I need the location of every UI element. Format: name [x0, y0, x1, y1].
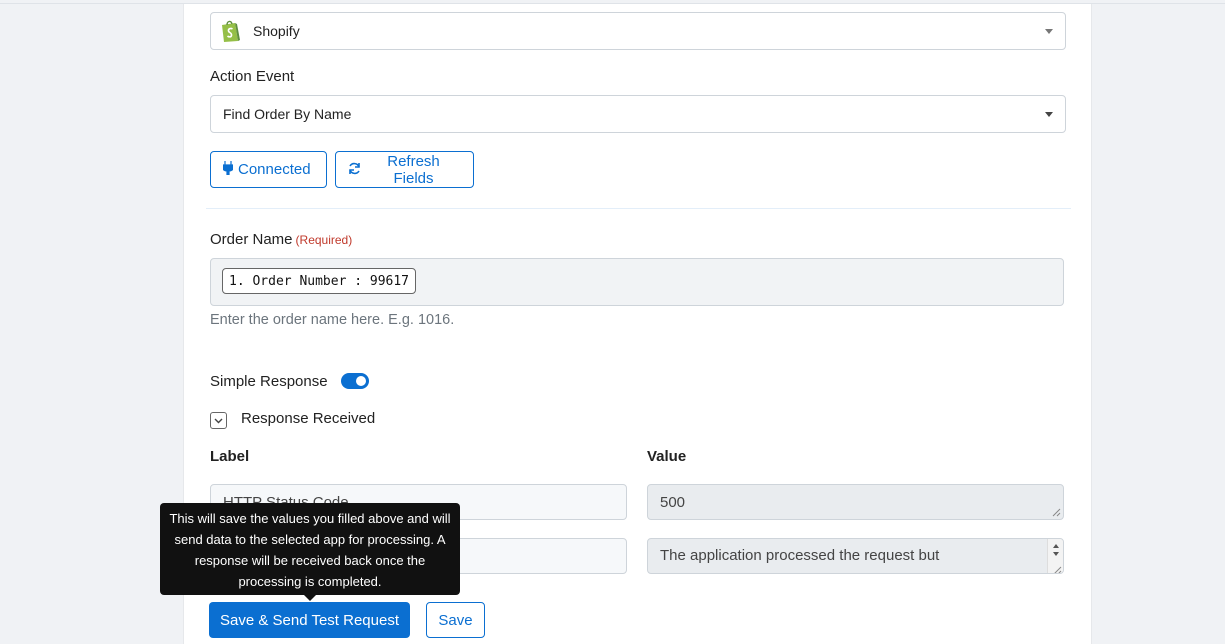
order-name-input[interactable]: 1. Order Number : 99617 [210, 258, 1064, 306]
simple-response-toggle[interactable] [341, 373, 369, 389]
app-select[interactable]: Shopify [210, 12, 1066, 50]
order-number-chip[interactable]: 1. Order Number : 99617 [222, 268, 417, 294]
refresh-fields-button[interactable]: Refresh Fields [335, 151, 474, 188]
order-name-label: Order Name (Required) [210, 231, 352, 248]
label-column-header: Label [210, 448, 250, 465]
response-value-field[interactable]: 500 [647, 484, 1064, 520]
required-badge: (Required) [295, 233, 353, 247]
response-value-text: The application processed the request bu… [660, 547, 940, 564]
action-event-value: Find Order By Name [223, 106, 352, 122]
response-value-text: 500 [660, 493, 686, 511]
order-name-help: Enter the order name here. E.g. 1016. [210, 312, 455, 328]
scrollbar[interactable] [1047, 539, 1063, 573]
resize-handle-icon[interactable] [1052, 508, 1061, 517]
connected-label: Connected [238, 161, 311, 178]
refresh-icon [348, 162, 361, 178]
save-button[interactable]: Save [426, 602, 485, 638]
scroll-arrows-icon [1053, 544, 1062, 573]
chevron-down-icon [1045, 112, 1053, 117]
action-event-label: Action Event [210, 68, 295, 85]
response-received-label: Response Received [241, 410, 376, 427]
app-select-value: Shopify [253, 23, 300, 39]
value-column-header: Value [647, 448, 687, 465]
response-value-field[interactable]: The application processed the request bu… [647, 538, 1064, 574]
save-send-test-request-button[interactable]: Save & Send Test Request [209, 602, 410, 638]
section-divider [206, 208, 1071, 209]
toggle-knob [356, 376, 366, 386]
chevron-down-icon [1045, 29, 1053, 34]
chevron-down-icon [214, 418, 223, 423]
simple-response-label: Simple Response [210, 373, 328, 390]
action-event-select[interactable]: Find Order By Name [210, 95, 1066, 133]
plug-icon [222, 161, 234, 178]
shopify-bag-icon [219, 19, 241, 43]
response-received-toggle[interactable] [210, 412, 227, 429]
order-name-label-text: Order Name [210, 231, 293, 248]
refresh-fields-label: Refresh Fields [387, 152, 440, 187]
connected-button[interactable]: Connected [210, 151, 327, 188]
save-send-tooltip: This will save the values you filled abo… [160, 503, 460, 601]
